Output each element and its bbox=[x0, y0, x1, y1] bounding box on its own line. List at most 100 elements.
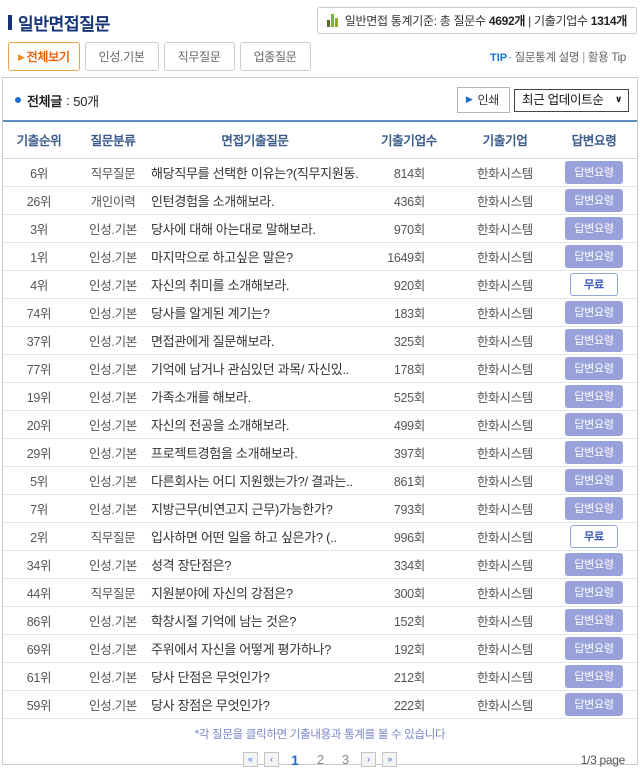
sort-select[interactable]: 최근 업데이트순 bbox=[514, 88, 629, 112]
tip-link-stats-guide[interactable]: 질문통계 설명 bbox=[515, 52, 580, 64]
page-number-3[interactable]: 3 bbox=[342, 752, 349, 767]
answer-tip-button[interactable]: 답변요령 bbox=[565, 385, 623, 408]
cell-company: 한화시스템 bbox=[459, 690, 551, 719]
cell-question-link[interactable]: 당사 단점은 무엇인가? bbox=[151, 662, 359, 691]
answer-tip-button[interactable]: 답변요령 bbox=[565, 665, 623, 688]
cell-question-link[interactable]: 입사하면 어떤 일을 하고 싶은가? (.. bbox=[151, 522, 359, 551]
cell-company-count: 192회 bbox=[359, 634, 459, 663]
cell-action: 답변요령 bbox=[551, 438, 637, 467]
page-number-2[interactable]: 2 bbox=[317, 752, 324, 767]
answer-tip-button[interactable]: 답변요령 bbox=[565, 189, 623, 212]
page-first-button[interactable]: « bbox=[242, 752, 258, 768]
cell-category: 인성.기본 bbox=[75, 354, 151, 383]
page-number-1[interactable]: 1 bbox=[291, 752, 299, 768]
print-button[interactable]: ▶ 인쇄 bbox=[456, 87, 510, 113]
cell-category: 인성.기본 bbox=[75, 466, 151, 495]
tab-all[interactable]: ▶ 전체보기 bbox=[8, 42, 80, 71]
tab-industry-question[interactable]: 업종질문 bbox=[239, 42, 311, 71]
table-row: 86위 인성.기본 학창시절 기억에 남는 것은? 152회 한화시스템 답변요… bbox=[3, 606, 637, 635]
cell-company: 한화시스템 bbox=[459, 634, 551, 663]
cell-question-link[interactable]: 가족소개를 해보라. bbox=[151, 382, 359, 411]
table-row: 59위 인성.기본 당사 장점은 무엇인가? 222회 한화시스템 답변요령 bbox=[3, 690, 637, 719]
cell-company: 한화시스템 bbox=[459, 494, 551, 523]
cell-question-link[interactable]: 면접관에게 질문해보라. bbox=[151, 326, 359, 355]
cell-category: 인성.기본 bbox=[75, 410, 151, 439]
answer-tip-button[interactable]: 답변요령 bbox=[565, 469, 623, 492]
answer-tip-button[interactable]: 답변요령 bbox=[565, 497, 623, 520]
cell-category: 인성.기본 bbox=[75, 494, 151, 523]
page-prev-button[interactable]: ‹ bbox=[264, 752, 279, 768]
tab-personality-basic[interactable]: 인성.기본 bbox=[84, 42, 159, 71]
free-button[interactable]: 무료 bbox=[570, 273, 618, 296]
bar-chart-icon bbox=[326, 14, 338, 27]
cell-question-link[interactable]: 자신의 취미를 소개해보라. bbox=[151, 270, 359, 299]
print-arrow-icon: ▶ bbox=[465, 94, 473, 104]
cell-company: 한화시스템 bbox=[459, 438, 551, 467]
answer-tip-button[interactable]: 답변요령 bbox=[565, 357, 623, 380]
cell-company: 한화시스템 bbox=[459, 662, 551, 691]
cell-question-link[interactable]: 인턴경험을 소개해보라. bbox=[151, 186, 359, 215]
cell-action: 답변요령 bbox=[551, 606, 637, 635]
cell-question-link[interactable]: 다른회사는 어디 지원했는가?/ 결과는.. bbox=[151, 466, 359, 495]
cell-question-link[interactable]: 해당직무를 선택한 이유는?(직무지원동.. bbox=[151, 158, 359, 187]
cell-question-link[interactable]: 프로젝트경험을 소개해보라. bbox=[151, 438, 359, 467]
answer-tip-button[interactable]: 답변요령 bbox=[565, 245, 623, 268]
cell-category: 직무질문 bbox=[75, 578, 151, 607]
cell-category: 인성.기본 bbox=[75, 438, 151, 467]
tip-link-usage[interactable]: 활용 Tip bbox=[588, 52, 626, 64]
cell-company: 한화시스템 bbox=[459, 270, 551, 299]
cell-question-link[interactable]: 주위에서 자신을 어떻게 평가하나? bbox=[151, 634, 359, 663]
cell-company: 한화시스템 bbox=[459, 158, 551, 187]
stats-prefix: 일반면접 통계기준: 총 질문수 bbox=[344, 14, 486, 28]
answer-tip-button[interactable]: 답변요령 bbox=[565, 161, 623, 184]
cell-company: 한화시스템 bbox=[459, 186, 551, 215]
answer-tip-button[interactable]: 답변요령 bbox=[565, 553, 623, 576]
cell-question-link[interactable]: 당사를 알게된 계기는? bbox=[151, 298, 359, 327]
answer-tip-button[interactable]: 답변요령 bbox=[565, 217, 623, 240]
cell-action: 답변요령 bbox=[551, 298, 637, 327]
page-next-button[interactable]: › bbox=[361, 752, 376, 768]
table-row: 19위 인성.기본 가족소개를 해보라. 525회 한화시스템 답변요령 bbox=[3, 382, 637, 411]
answer-tip-button[interactable]: 답변요령 bbox=[565, 637, 623, 660]
answer-tip-button[interactable]: 답변요령 bbox=[565, 609, 623, 632]
answer-tip-button[interactable]: 답변요령 bbox=[565, 329, 623, 352]
cell-action: 답변요령 bbox=[551, 158, 637, 187]
cell-rank: 3위 bbox=[3, 214, 75, 243]
total-colon: : bbox=[65, 92, 70, 108]
tip-area: TIP· 질문통계 설명 | 활용 Tip bbox=[490, 49, 626, 65]
cell-question-link[interactable]: 당사 장점은 무엇인가? bbox=[151, 690, 359, 719]
top-header: 일반면접질문 일반면접 통계기준: 총 질문수 4692개 | 기출기업수 13… bbox=[0, 6, 640, 35]
cell-rank: 44위 bbox=[3, 578, 75, 607]
answer-tip-button[interactable]: 답변요령 bbox=[565, 413, 623, 436]
cell-category: 인성.기본 bbox=[75, 550, 151, 579]
cell-question-link[interactable]: 마지막으로 하고싶은 말은? bbox=[151, 242, 359, 271]
cell-question-link[interactable]: 기억에 남거나 관심있던 과목/ 자신있.. bbox=[151, 354, 359, 383]
cell-company-count: 222회 bbox=[359, 690, 459, 719]
free-button[interactable]: 무료 bbox=[570, 525, 618, 548]
tab-label: 업종질문 bbox=[253, 50, 297, 64]
page-indicator: 1/3 page bbox=[580, 753, 626, 767]
tip-separator: | bbox=[582, 51, 585, 64]
page: 일반면접질문 일반면접 통계기준: 총 질문수 4692개 | 기출기업수 13… bbox=[0, 0, 640, 768]
table-row: 1위 인성.기본 마지막으로 하고싶은 말은? 1649회 한화시스템 답변요령 bbox=[3, 242, 637, 271]
answer-tip-button[interactable]: 답변요령 bbox=[565, 693, 623, 716]
title-wrap: 일반면접질문 bbox=[8, 10, 110, 35]
cell-question-link[interactable]: 지원분야에 자신의 강점은? bbox=[151, 578, 359, 607]
answer-tip-button[interactable]: 답변요령 bbox=[565, 301, 623, 324]
answer-tip-button[interactable]: 답변요령 bbox=[565, 581, 623, 604]
cell-question-link[interactable]: 지방근무(비연고지 근무)가능한가? bbox=[151, 494, 359, 523]
answer-tip-button[interactable]: 답변요령 bbox=[565, 441, 623, 464]
col-header-rank: 기출순위 bbox=[3, 120, 75, 159]
cell-question-link[interactable]: 당사에 대해 아는대로 말해보라. bbox=[151, 214, 359, 243]
click-note: *각 질문을 클릭하면 기출내용과 통계를 볼 수 있습니다 bbox=[194, 729, 446, 741]
cell-company-count: 920회 bbox=[359, 270, 459, 299]
page-last-button[interactable]: » bbox=[382, 752, 398, 768]
cell-question-link[interactable]: 자신의 전공을 소개해보라. bbox=[151, 410, 359, 439]
table-row: 37위 인성.기본 면접관에게 질문해보라. 325회 한화시스템 답변요령 bbox=[3, 326, 637, 355]
cell-rank: 74위 bbox=[3, 298, 75, 327]
cell-rank: 1위 bbox=[3, 242, 75, 271]
tab-label: 직무질문 bbox=[177, 50, 221, 64]
tab-job-question[interactable]: 직무질문 bbox=[163, 42, 235, 71]
cell-question-link[interactable]: 성격 장단점은? bbox=[151, 550, 359, 579]
cell-question-link[interactable]: 학창시절 기억에 남는 것은? bbox=[151, 606, 359, 635]
